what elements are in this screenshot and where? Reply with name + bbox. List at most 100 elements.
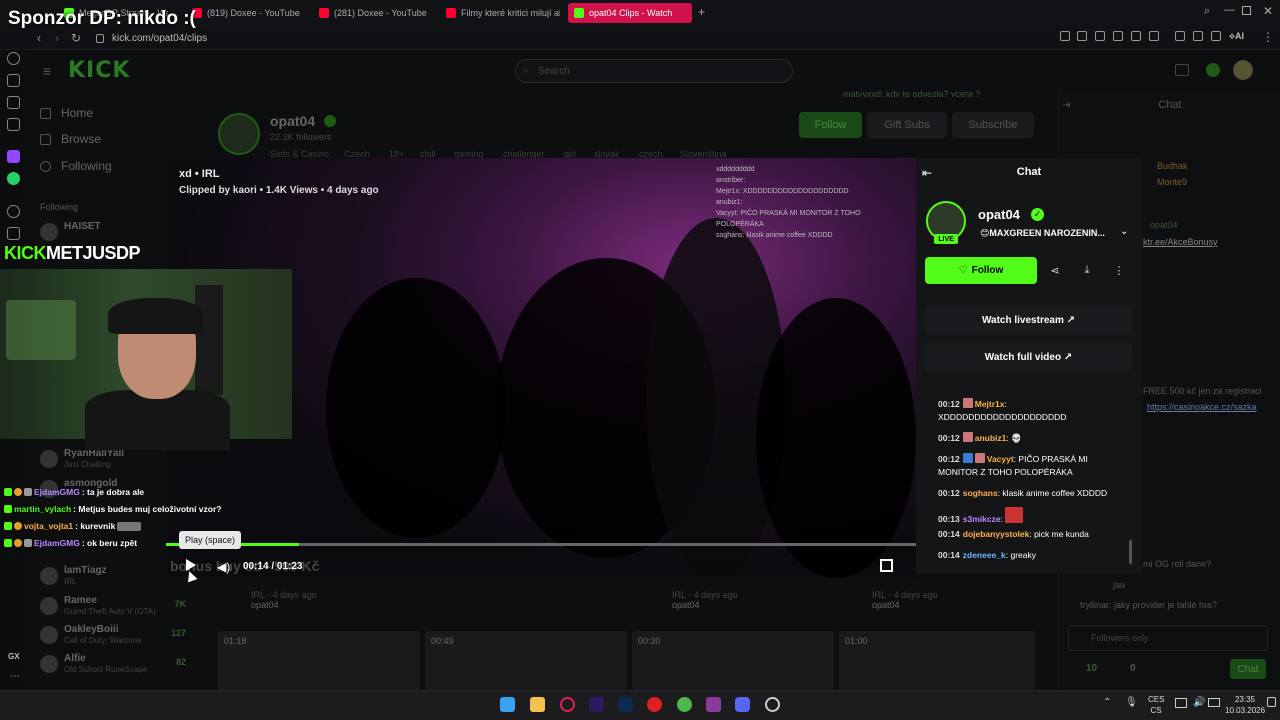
twitch-studio-icon[interactable]	[706, 697, 721, 712]
channel-name[interactable]: opat04	[978, 207, 1020, 222]
battery-icon[interactable]	[1208, 698, 1220, 707]
clip-thumbnail[interactable]: 01:18	[218, 631, 420, 690]
photoshop-icon[interactable]	[618, 697, 633, 712]
user-avatar[interactable]	[1233, 60, 1253, 80]
watch-livestream-button[interactable]: Watch livestream ↗	[925, 306, 1132, 334]
extension-icon[interactable]	[1193, 31, 1203, 41]
gift-subs-button[interactable]: Gift Subs	[867, 112, 947, 138]
chat-scrollbar[interactable]	[1129, 540, 1132, 564]
channel-avatar[interactable]	[218, 113, 260, 155]
clip-channel[interactable]: opat04	[672, 600, 700, 610]
clock[interactable]: 23:35 10.03.2026	[1225, 694, 1265, 716]
kick-coin-icon[interactable]	[1206, 63, 1220, 77]
tab-opat04-clips[interactable]: opat04 Clips - Watch	[568, 3, 692, 23]
heart-icon[interactable]	[1149, 31, 1159, 41]
extension-icon[interactable]	[1060, 31, 1070, 41]
notification-icon[interactable]	[1267, 697, 1276, 707]
tray-chevron-icon[interactable]: ⌃	[1103, 697, 1111, 708]
speed-dial-icon[interactable]	[7, 52, 20, 65]
clip-thumbnail[interactable]: 00:30	[632, 631, 834, 690]
tab-youtube-3[interactable]: Filmy které kritici milují ale	[440, 3, 560, 23]
chat-input[interactable]: Followers only	[1068, 625, 1268, 651]
inbox-icon[interactable]	[1175, 64, 1189, 76]
mail-icon[interactable]	[7, 118, 20, 131]
clip-channel[interactable]: opat04	[251, 600, 279, 610]
steam-icon[interactable]	[765, 697, 780, 712]
url-field[interactable]: kick.com/opat04/clips	[96, 30, 716, 46]
extensions-puzzle-icon[interactable]	[1175, 31, 1185, 41]
chat-link[interactable]: ktr.ee/AkceBonusy	[1143, 237, 1218, 247]
follow-button[interactable]: ♡ Follow	[925, 257, 1037, 284]
search-input[interactable]: Search	[515, 59, 793, 83]
search-tabs-icon[interactable]: ⌕	[1204, 5, 1210, 18]
minimize-icon[interactable]: —	[1224, 4, 1235, 16]
box-icon[interactable]	[7, 227, 20, 240]
share-icon[interactable]: ⋖	[1042, 257, 1068, 284]
nav-following[interactable]: Following	[40, 159, 112, 173]
player-icon[interactable]	[7, 74, 20, 87]
shield-icon[interactable]	[1095, 31, 1105, 41]
follow-button[interactable]: Follow	[799, 112, 862, 138]
message-user[interactable]: Vacyyt	[987, 454, 1014, 464]
message-user[interactable]: zdeneee_k	[963, 550, 1006, 560]
extension-icon[interactable]	[1077, 31, 1087, 41]
chevron-down-icon[interactable]: ⌄	[1120, 226, 1128, 237]
back-icon[interactable]: ‹	[37, 31, 41, 45]
clip-channel[interactable]: opat04	[872, 600, 900, 610]
chat-send-button[interactable]: Chat	[1230, 659, 1266, 679]
microphone-icon[interactable]: 🎙	[1125, 697, 1138, 708]
following-item[interactable]: Alfie Old School RuneScape 82	[40, 653, 190, 679]
ai-icon[interactable]: ⟡AI	[1229, 31, 1244, 42]
download-icon[interactable]: ⤓	[1074, 257, 1100, 284]
network-icon[interactable]	[1175, 698, 1187, 708]
tab-youtube-2[interactable]: (281) Doxee - YouTube	[313, 3, 431, 23]
message-user[interactable]: Mejtr1x	[975, 399, 1005, 409]
nav-browse[interactable]: Browse	[40, 132, 101, 146]
chat-link[interactable]: https://casinoakce.cz/sazka	[1147, 402, 1257, 412]
discord-icon[interactable]	[735, 697, 750, 712]
volume-icon[interactable]: ◀)	[217, 560, 230, 574]
message-user[interactable]: soghans	[963, 488, 998, 498]
xbox-icon[interactable]	[677, 697, 692, 712]
forward-icon[interactable]: ›	[55, 31, 59, 45]
file-explorer-icon[interactable]	[530, 697, 545, 712]
messenger-icon[interactable]	[7, 96, 20, 109]
more-icon[interactable]: ⋯	[10, 671, 20, 682]
nav-home[interactable]: Home	[40, 106, 93, 120]
message-user[interactable]: s3mikcze	[963, 514, 1001, 524]
history-icon[interactable]	[7, 205, 20, 218]
collapse-chat-icon[interactable]: ⇥	[1062, 100, 1070, 111]
premiere-icon[interactable]	[589, 697, 604, 712]
reload-icon[interactable]: ↻	[71, 31, 81, 45]
subscribe-button[interactable]: Subscribe	[952, 112, 1034, 138]
extension-icon[interactable]	[1113, 31, 1123, 41]
message-user[interactable]: dojebanyystolek	[963, 529, 1030, 539]
more-options-icon[interactable]: ⋮	[1106, 257, 1132, 284]
close-icon[interactable]: ✕	[1263, 4, 1273, 18]
menu-icon[interactable]: ⋮	[1262, 30, 1274, 44]
fullscreen-icon[interactable]	[880, 559, 893, 572]
tab-youtube-1[interactable]: (819) Doxee - YouTube	[186, 3, 304, 23]
overlay-chat-user: martin_vylach	[14, 504, 72, 514]
speaker-icon[interactable]: 🔊	[1193, 697, 1205, 708]
youtube-music-icon[interactable]	[647, 697, 662, 712]
watch-full-video-button[interactable]: Watch full video ↗	[925, 343, 1132, 371]
following-item[interactable]: OakleyBoiii Call of Duty: Warzone 127	[40, 624, 190, 650]
channel-name[interactable]: opat04	[270, 113, 315, 129]
whatsapp-icon[interactable]	[7, 172, 20, 185]
following-item[interactable]: Ramee Grand Theft Auto V (GTA) 7K	[40, 595, 190, 621]
hamburger-menu-icon[interactable]: ≡	[43, 63, 51, 79]
language-indicator[interactable]: CES CS	[1148, 694, 1164, 716]
download-icon[interactable]	[1211, 31, 1221, 41]
kick-logo[interactable]: KICK	[68, 58, 130, 83]
opera-gx-icon[interactable]	[560, 697, 575, 712]
windows-start-icon[interactable]	[500, 697, 515, 712]
play-icon[interactable]	[186, 559, 196, 571]
twitch-icon[interactable]	[7, 150, 20, 163]
clip-thumbnail[interactable]: 00:49	[425, 631, 627, 690]
clip-thumbnail[interactable]: 01:00	[839, 631, 1035, 690]
extension-icon[interactable]	[1131, 31, 1141, 41]
message-user[interactable]: anubiz1	[975, 433, 1007, 443]
new-tab-icon[interactable]: +	[698, 5, 705, 19]
maximize-icon[interactable]	[1242, 6, 1251, 15]
